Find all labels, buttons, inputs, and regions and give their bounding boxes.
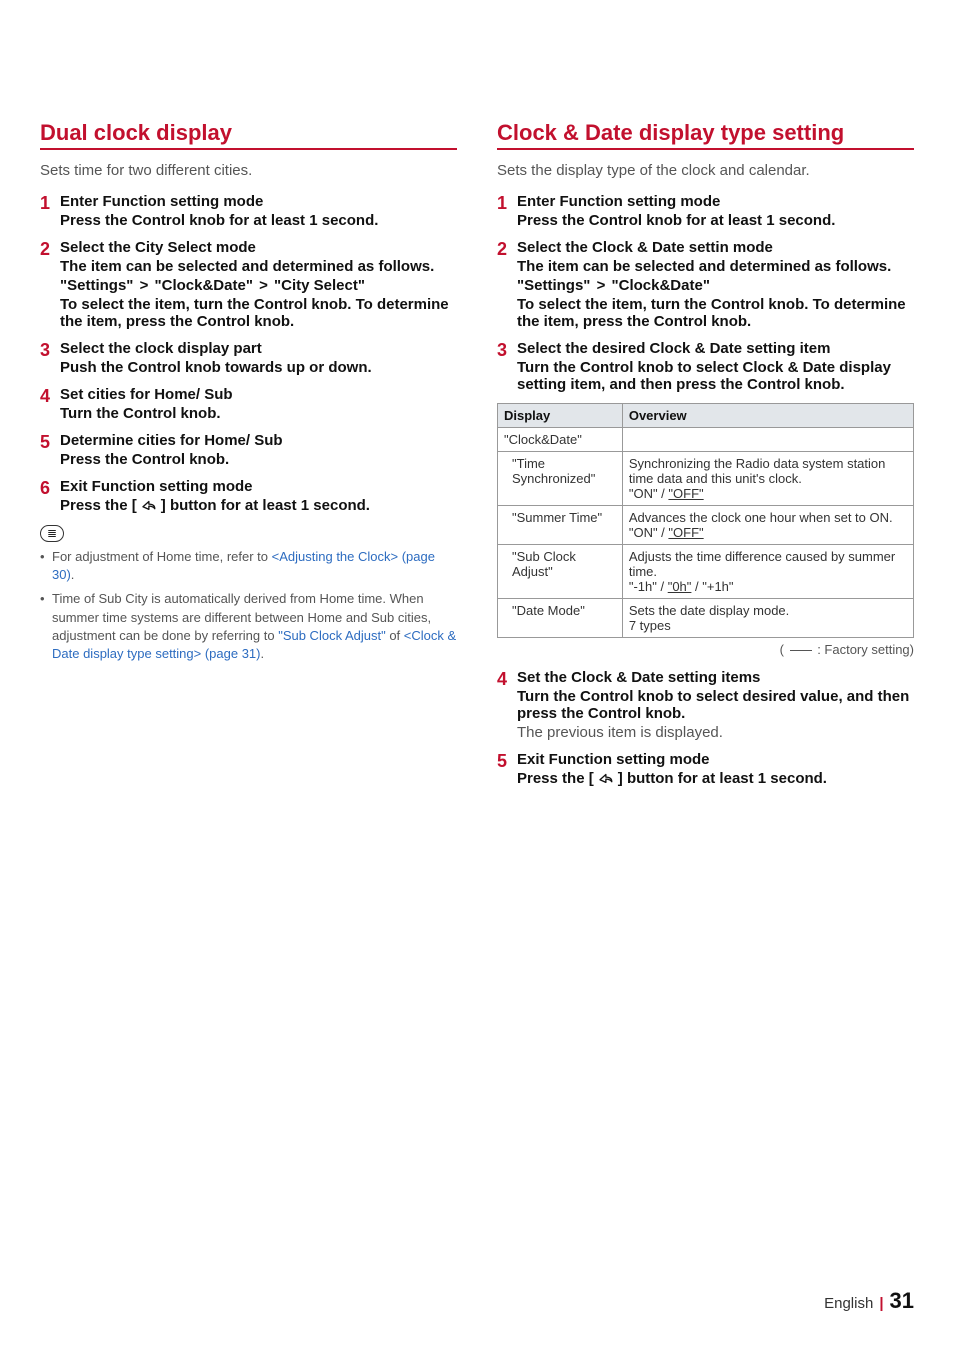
step-number: 6 bbox=[40, 478, 60, 514]
right-rule bbox=[497, 148, 914, 150]
step-text: The item can be selected and determined … bbox=[517, 258, 914, 275]
step-number: 3 bbox=[497, 340, 517, 393]
step-number: 4 bbox=[497, 669, 517, 741]
left-column: Dual clock display Sets time for two dif… bbox=[40, 120, 457, 1288]
step-title: Exit Function setting mode bbox=[60, 478, 457, 495]
group-cell: "Clock&Date" bbox=[498, 428, 623, 452]
step-text: Press the [ ] button for at least 1 seco… bbox=[60, 497, 457, 514]
left-heading: Dual clock display bbox=[40, 120, 457, 146]
step: 1Enter Function setting mode Press the Co… bbox=[40, 193, 457, 229]
step: 4Set the Clock & Date setting items Turn … bbox=[497, 669, 914, 741]
step-text: Press the Control knob for at least 1 se… bbox=[60, 212, 457, 229]
step-number: 5 bbox=[40, 432, 60, 468]
step-title: Enter Function setting mode bbox=[517, 193, 914, 210]
footer-page: 31 bbox=[890, 1288, 914, 1313]
step-text: Press the Control knob. bbox=[60, 451, 457, 468]
step-path: "Settings" > "Clock&Date" bbox=[517, 277, 914, 294]
step-title: Determine cities for Home/ Sub bbox=[60, 432, 457, 449]
note1-post: . bbox=[71, 567, 75, 582]
step: 2Select the Clock & Date settin mode The … bbox=[497, 239, 914, 330]
step: 5Exit Function setting mode Press the [ ]… bbox=[497, 751, 914, 787]
group-overview bbox=[622, 428, 913, 452]
right-intro: Sets the display type of the clock and c… bbox=[497, 162, 914, 179]
table-row: "Sub Clock Adjust"Adjusts the time diffe… bbox=[498, 545, 914, 599]
th-overview: Overview bbox=[622, 404, 913, 428]
note2-post: . bbox=[261, 646, 265, 661]
return-icon bbox=[598, 770, 614, 784]
step: 3Select the desired Clock & Date setting… bbox=[497, 340, 914, 393]
note1-pre: For adjustment of Home time, refer to bbox=[52, 549, 272, 564]
step-number: 3 bbox=[40, 340, 60, 376]
display-cell: "Time Synchronized" bbox=[498, 452, 623, 506]
step-text: Press the Control knob for at least 1 se… bbox=[517, 212, 914, 229]
step-plain: The previous item is displayed. bbox=[517, 724, 914, 741]
step: 1Enter Function setting mode Press the Co… bbox=[497, 193, 914, 229]
step-text: Press the [ ] button for at least 1 seco… bbox=[517, 770, 914, 787]
step: 4Set cities for Home/ Sub Turn the Contro… bbox=[40, 386, 457, 422]
page-footer: English|31 bbox=[40, 1288, 914, 1314]
step-text: Turn the Control knob to select desired … bbox=[517, 688, 914, 722]
step: 6Exit Function setting mode Press the [ ]… bbox=[40, 478, 457, 514]
step-text: Push the Control knob towards up or down… bbox=[60, 359, 457, 376]
step-number: 5 bbox=[497, 751, 517, 787]
left-intro: Sets time for two different cities. bbox=[40, 162, 457, 179]
step-number: 2 bbox=[40, 239, 60, 330]
step-text: Turn the Control knob. bbox=[60, 405, 457, 422]
return-icon bbox=[141, 497, 157, 511]
step: 2Select the City Select mode The item can… bbox=[40, 239, 457, 330]
overview-cell: Synchronizing the Radio data system stat… bbox=[622, 452, 913, 506]
step-text: To select the item, turn the Control kno… bbox=[517, 296, 914, 330]
left-rule bbox=[40, 148, 457, 150]
step: 5Determine cities for Home/ Sub Press the… bbox=[40, 432, 457, 468]
factory-setting-note: ( : Factory setting) bbox=[497, 642, 914, 657]
step-number: 2 bbox=[497, 239, 517, 330]
step-text: The item can be selected and determined … bbox=[60, 258, 457, 275]
note-icon bbox=[40, 524, 457, 548]
step-title: Select the Clock & Date settin mode bbox=[517, 239, 914, 256]
step-title: Set the Clock & Date setting items bbox=[517, 669, 914, 686]
note2-link1[interactable]: "Sub Clock Adjust" bbox=[278, 628, 386, 643]
footer-lang: English bbox=[824, 1295, 873, 1312]
step-number: 1 bbox=[497, 193, 517, 229]
step-title: Select the clock display part bbox=[60, 340, 457, 357]
left-notes: For adjustment of Home time, refer to <A… bbox=[40, 548, 457, 663]
step-text: Turn the Control knob to select Clock & … bbox=[517, 359, 914, 393]
th-display: Display bbox=[498, 404, 623, 428]
settings-table: Display Overview "Clock&Date""Time Synch… bbox=[497, 403, 914, 638]
step-title: Select the desired Clock & Date setting … bbox=[517, 340, 914, 357]
step-title: Select the City Select mode bbox=[60, 239, 457, 256]
footer-sep: | bbox=[873, 1295, 889, 1312]
overview-cell: Advances the clock one hour when set to … bbox=[622, 506, 913, 545]
overview-cell: Sets the date display mode.7 types bbox=[622, 599, 913, 638]
step-path: "Settings" > "Clock&Date" > "City Select… bbox=[60, 277, 457, 294]
step: 3Select the clock display part Push the C… bbox=[40, 340, 457, 376]
step-title: Exit Function setting mode bbox=[517, 751, 914, 768]
table-row: "Date Mode"Sets the date display mode.7 … bbox=[498, 599, 914, 638]
table-row: "Summer Time"Advances the clock one hour… bbox=[498, 506, 914, 545]
display-cell: "Date Mode" bbox=[498, 599, 623, 638]
step-title: Enter Function setting mode bbox=[60, 193, 457, 210]
step-text: To select the item, turn the Control kno… bbox=[60, 296, 457, 330]
display-cell: "Summer Time" bbox=[498, 506, 623, 545]
step-number: 1 bbox=[40, 193, 60, 229]
table-row: "Time Synchronized"Synchronizing the Rad… bbox=[498, 452, 914, 506]
step-title: Set cities for Home/ Sub bbox=[60, 386, 457, 403]
display-cell: "Sub Clock Adjust" bbox=[498, 545, 623, 599]
note2-mid: of bbox=[386, 628, 404, 643]
step-number: 4 bbox=[40, 386, 60, 422]
overview-cell: Adjusts the time difference caused by su… bbox=[622, 545, 913, 599]
right-column: Clock & Date display type setting Sets t… bbox=[497, 120, 914, 1288]
right-heading: Clock & Date display type setting bbox=[497, 120, 914, 146]
